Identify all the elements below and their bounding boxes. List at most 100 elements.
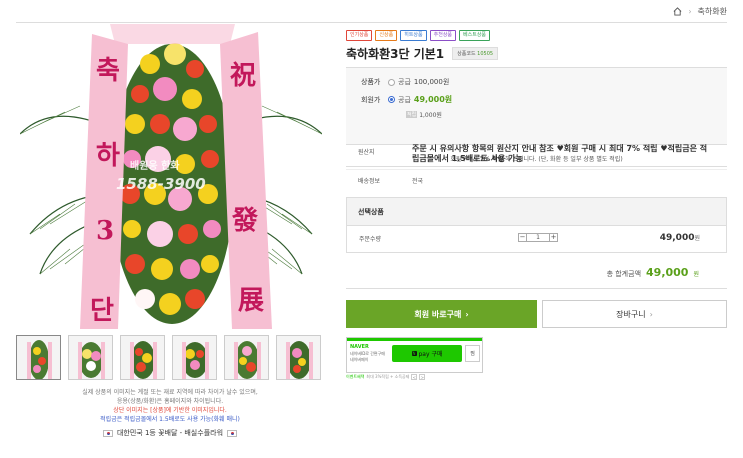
delivery-label: 배송정보 [358,178,381,185]
origin-row: 원산지 주문 시 유의사항 항목의 원산지 안내 참조 ♥회원 구매 시 최대 … [346,144,727,164]
naver-pay-box: NAVER 네이버ID로 간편구매 네이버페이 N pay 구매 찜 [346,337,483,373]
buy-button-label: 회원 바로구매 [414,309,462,319]
thumbnail-strip [16,335,321,380]
member-price-radio[interactable] [388,96,395,103]
member-price-row: 회원가 공급 49,000원 [361,94,452,105]
chevron-right-icon: › [465,309,469,319]
selected-options-box: 선택상품 주문수량 − 1 + 49,000원 [346,197,727,253]
notice-footer: 대한민국 1등 꽃배달 - 배실수플라워 [20,429,320,438]
naver-event-text: 최대 3%적립 + 소득공제 [366,374,410,379]
svg-text:展: 展 [238,286,264,316]
product-title: 축하화환3단 기본1 [346,47,445,61]
naver-pay-label: pay 구매 [418,351,443,358]
breadcrumb: › 축하화환 [673,6,727,17]
regular-price-kind: 공급 [398,78,411,86]
member-price-label: 회원가 [361,95,381,104]
product-info-panel: 인기상품 신상품 히트상품 추천상품 베스트상품 축하화환3단 기본1 상품코드… [346,30,727,380]
member-price-value: 49,000원 [413,95,453,104]
naver-wishlist-button[interactable]: 찜 [465,345,480,362]
naver-pay-button[interactable]: N pay 구매 [392,345,462,362]
svg-text:祝: 祝 [230,61,256,91]
origin-label: 원산지 [358,149,375,156]
badge: 인기상품 [346,30,373,41]
total-value: 49,000 [646,266,689,279]
quantity-minus-button[interactable]: − [518,233,527,242]
naver-desc-line-2: 네이버페이 [350,357,369,362]
notice-line-2: 상단 이미지는 [상품]에 기반한 이미지입니다. [113,407,227,414]
notice-footer-text: 대한민국 1등 꽃배달 - 배실수플라워 [116,429,224,437]
member-buy-now-button[interactable]: 회원 바로구매 › [346,300,537,328]
naver-n-icon: N [411,351,417,356]
point-tag: 적립 [406,111,418,118]
option-row: 주문수량 − 1 + 49,000원 [347,226,726,252]
delivery-row: 배송정보 전국 [346,176,727,185]
badge: 신상품 [375,30,398,41]
origin-value: 주문 시 유의사항 항목의 원산지 안내 참조 ♥회원 구매 시 최대 7% 적… [412,144,708,163]
badge: 추천상품 [429,30,457,41]
selected-options-header: 선택상품 [347,198,726,226]
thumbnail-5[interactable] [224,335,269,380]
product-main-image: 축하 3 단 祝發展 배원웅 한화 1588-3900 [20,24,322,329]
naver-event-row: 이벤트혜택 최대 3%적립 + 소득공제 < > [346,374,426,380]
total-amount: 총 합계금액 49,000 원 [607,266,699,279]
total-unit: 원 [693,271,699,278]
quantity-label: 주문수량 [359,236,382,243]
product-code: 상품코드 10505 [452,47,499,60]
badge: 히트상품 [400,30,427,41]
point-row: 적립 1,000원 [406,110,442,119]
thumbnail-2[interactable] [68,335,113,380]
option-price-unit: 원 [694,235,700,242]
korea-flag-icon [102,430,113,437]
svg-text:3: 3 [96,216,114,246]
option-price-amount: 49,000 [659,233,695,243]
cart-button-label: 장바구니 [616,309,646,319]
next-arrow-icon[interactable]: > [419,374,426,380]
watermark-phone: 1588-3900 [116,175,206,193]
quantity-input[interactable]: 1 [527,233,549,242]
naver-logo: NAVER [350,344,369,350]
quantity-stepper: − 1 + [518,233,558,242]
badge: 베스트상품 [459,30,491,41]
thumbnail-1[interactable] [16,335,61,380]
prev-arrow-icon[interactable]: < [411,374,418,380]
notice-line-1: 실제 상품의 이미지는 계절 또는 재료 지역에 따라 차이가 날수 있으며, [82,389,258,396]
watermark-name: 배원웅 한화 [130,159,180,172]
divider [346,166,727,167]
breadcrumb-current[interactable]: 축하화환 [698,6,727,17]
naver-event-highlight[interactable]: 이벤트혜택 [346,374,364,380]
delivery-value: 전국 [412,178,424,185]
image-notice: 실제 상품의 이미지는 계절 또는 재료 지역에 따라 차이가 날수 있으며, … [20,388,320,438]
thumbnail-6[interactable] [276,335,321,380]
product-code-value: 10505 [477,51,494,57]
add-to-cart-button[interactable]: 장바구니 › [542,300,727,328]
option-price: 49,000원 [660,233,700,243]
member-price-kind: 공급 [398,95,411,104]
regular-price-radio[interactable] [388,78,395,86]
quantity-plus-button[interactable]: + [549,233,558,242]
divider [16,22,727,23]
price-box: 상품가 공급 100,000원 회원가 공급 49,000원 적립 1,000원 [346,67,727,145]
svg-text:단: 단 [90,296,114,326]
naver-description: 네이버ID로 간편구매 네이버페이 [350,351,385,363]
notice-line-3: 적립금은 적립금몰에서 1.5배로도 사용 가능(화훼 매니) [100,416,240,423]
divider [346,288,727,289]
thumbnail-3[interactable] [120,335,165,380]
regular-price-row: 상품가 공급 100,000원 [361,77,449,87]
point-value: 1,000원 [419,112,442,119]
title-row: 축하화환3단 기본1 상품코드 10505 [346,45,727,62]
svg-text:축: 축 [96,56,120,86]
korea-flag-icon [227,430,238,437]
notice-line-1b: 응용(상품/화환)은 홈페이지와 차이됩니다. [116,398,224,405]
product-badges: 인기상품 신상품 히트상품 추천상품 베스트상품 [346,30,727,41]
divider [346,169,727,170]
product-code-label: 상품코드 [457,51,476,57]
home-icon[interactable] [673,7,682,16]
svg-text:發: 發 [231,206,259,236]
chevron-right-icon: › [649,309,653,319]
chevron-right-icon: › [688,7,692,16]
svg-text:하: 하 [96,141,120,171]
regular-price-label: 상품가 [361,78,381,86]
naver-pay-accent [347,338,482,341]
thumbnail-4[interactable] [172,335,217,380]
regular-price-value: 100,000원 [413,78,450,86]
